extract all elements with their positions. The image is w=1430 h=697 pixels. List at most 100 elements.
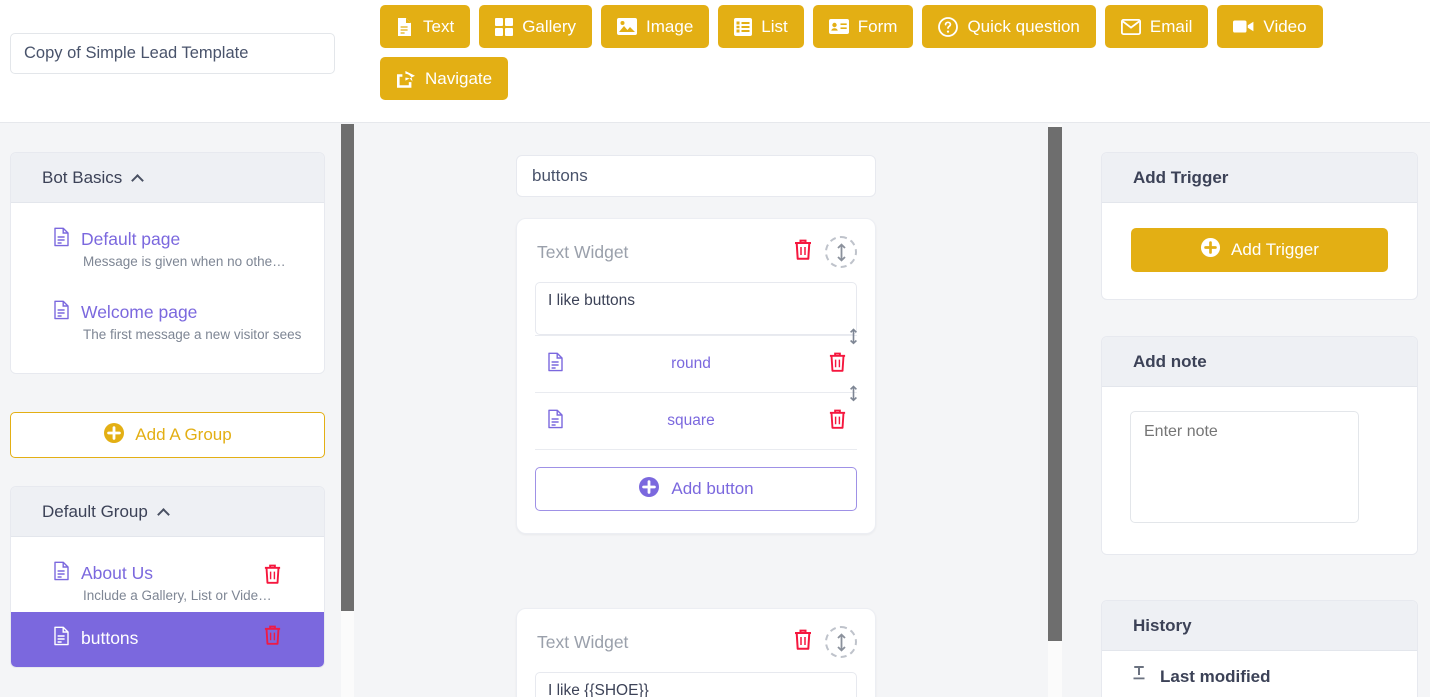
question-circle-icon: [938, 17, 958, 37]
widget-header: Text Widget: [517, 219, 875, 276]
sidebar-group-title: Bot Basics: [42, 168, 122, 188]
widget-header: Text Widget: [517, 609, 875, 666]
button-drag-icon[interactable]: [848, 385, 859, 407]
widget-text-input[interactable]: I like buttons: [535, 282, 857, 335]
widget-button-quick-question[interactable]: Quick question: [922, 5, 1095, 48]
sidebar-page-label: Default page: [81, 229, 180, 250]
widget-title: Text Widget: [537, 632, 793, 653]
id-card-icon: [829, 19, 849, 34]
history-body: Last modified: [1102, 651, 1417, 688]
sidebar-page-description: Include a Gallery, List or Vide…: [83, 588, 308, 603]
add-button-button[interactable]: Add button: [535, 467, 857, 511]
image-icon: [617, 18, 637, 35]
text-widget-card: Text Widget I like {{SHOE}}: [516, 608, 876, 697]
trash-icon[interactable]: [793, 628, 813, 656]
add-trigger-button-label: Add Trigger: [1231, 240, 1319, 260]
widget-button-label: Video: [1263, 17, 1306, 37]
add-note-heading: Add note: [1102, 337, 1417, 387]
document-icon: [53, 561, 70, 586]
sidebar-page-description: Message is given when no othe…: [83, 254, 308, 269]
widget-button-image[interactable]: Image: [601, 5, 709, 48]
delete-page-icon[interactable]: [263, 563, 282, 590]
add-a-group-label: Add A Group: [135, 425, 231, 445]
button-label: round: [554, 355, 828, 373]
sidebar-group-header[interactable]: Bot Basics: [11, 153, 324, 203]
sidebar-group-header[interactable]: Default Group: [11, 487, 324, 537]
widget-button-email[interactable]: Email: [1105, 5, 1209, 48]
drag-handle[interactable]: [825, 236, 857, 268]
left-scrollbar-track[interactable]: [341, 124, 354, 697]
widget-button-label: Quick question: [967, 17, 1079, 37]
widget-button-video[interactable]: Video: [1217, 5, 1322, 48]
widget-button-label: Image: [646, 17, 693, 37]
widget-title: Text Widget: [537, 242, 793, 263]
video-camera-icon: [1233, 19, 1254, 34]
list-icon: [734, 18, 752, 36]
canvas-scrollbar-track[interactable]: [1048, 124, 1062, 697]
document-icon: [396, 17, 414, 37]
sidebar-group-title: Default Group: [42, 502, 148, 522]
canvas-scrollbar-thumb[interactable]: [1048, 127, 1062, 641]
widget-button-row[interactable]: round: [535, 335, 857, 392]
widget-toolbar: Text Gallery Image List Form Quick question Em…: [380, 5, 1420, 100]
widget-button-navigate[interactable]: Navigate: [380, 57, 508, 100]
sidebar-page-label: buttons: [81, 628, 138, 649]
add-trigger-button[interactable]: Add Trigger: [1131, 228, 1388, 272]
document-icon: [53, 227, 70, 252]
widget-button-label: Text: [423, 17, 454, 37]
drag-handle[interactable]: [825, 626, 857, 658]
sidebar-page-label: Welcome page: [81, 302, 197, 323]
widget-button-list[interactable]: List: [718, 5, 803, 48]
text-widget-card: Text Widget I like buttons round: [516, 218, 876, 534]
widget-button-gallery[interactable]: Gallery: [479, 5, 592, 48]
sidebar-group-body: Default page Message is given when no oth…: [11, 203, 324, 373]
sidebar-page-label: About Us: [81, 563, 153, 584]
button-trash-icon[interactable]: [828, 351, 847, 378]
widget-text-input[interactable]: I like {{SHOE}}: [535, 672, 857, 697]
widget-button-label: Navigate: [425, 69, 492, 89]
envelope-icon: [1121, 19, 1141, 35]
page-name-input[interactable]: [516, 155, 876, 197]
left-scrollbar-thumb[interactable]: [341, 124, 354, 611]
add-trigger-card: Add Trigger Add Trigger: [1101, 152, 1418, 300]
widget-button-label: Email: [1150, 17, 1193, 37]
bot-title-input[interactable]: [10, 33, 335, 74]
button-label: square: [554, 412, 828, 430]
plus-circle-icon: [638, 476, 660, 503]
sidebar-page-item[interactable]: buttons: [11, 612, 324, 667]
top-header: Text Gallery Image List Form Quick question Em…: [0, 0, 1430, 123]
share-arrow-icon: [396, 70, 416, 88]
add-trigger-heading: Add Trigger: [1102, 153, 1417, 203]
history-heading: History: [1102, 601, 1417, 651]
chevron-up-icon[interactable]: [131, 174, 144, 187]
add-a-group-button[interactable]: Add A Group: [10, 412, 325, 458]
widget-button-label: Gallery: [522, 17, 576, 37]
add-trigger-body: Add Trigger: [1102, 228, 1417, 272]
add-note-body: [1102, 387, 1417, 554]
sidebar-group-body: About Us Include a Gallery, List or Vide……: [11, 537, 324, 667]
widget-button-row[interactable]: square: [535, 392, 857, 449]
trash-icon[interactable]: [793, 238, 813, 266]
sidebar-page-item[interactable]: Default page Message is given when no oth…: [11, 217, 324, 278]
history-item: Last modified: [1102, 651, 1417, 688]
grid-icon: [495, 18, 513, 36]
left-sidebar: Bot Basics Default page Message is given w…: [0, 124, 336, 697]
widget-button-form[interactable]: Form: [813, 5, 914, 48]
page-canvas: Text Widget I like buttons round: [368, 124, 1036, 697]
sidebar-page-item[interactable]: Welcome page The first message a new visi…: [11, 290, 324, 351]
button-drag-icon[interactable]: [848, 328, 859, 350]
right-sidebar: Add Trigger Add Trigger Add note History: [1088, 124, 1430, 697]
button-trash-icon[interactable]: [828, 408, 847, 435]
widget-button-label: List: [761, 17, 787, 37]
widget-button-label: Form: [858, 17, 898, 37]
row-divider: [535, 449, 857, 450]
history-card: History Last modified: [1101, 600, 1418, 697]
add-note-card: Add note: [1101, 336, 1418, 555]
sidebar-page-item[interactable]: About Us Include a Gallery, List or Vide…: [11, 551, 324, 612]
history-item-label: Last modified: [1160, 667, 1271, 687]
chevron-up-icon[interactable]: [157, 508, 170, 521]
delete-page-icon[interactable]: [263, 624, 282, 651]
widget-button-text[interactable]: Text: [380, 5, 470, 48]
note-textarea[interactable]: [1130, 411, 1359, 523]
sidebar-page-description: The first message a new visitor sees: [83, 327, 308, 342]
